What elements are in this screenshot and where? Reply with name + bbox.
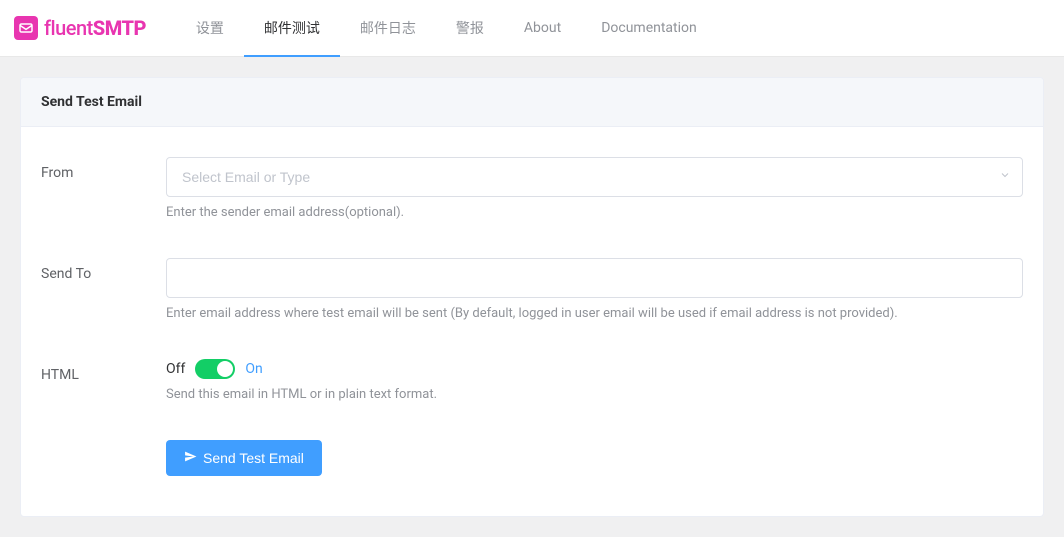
- nav-tab-documentation[interactable]: Documentation: [581, 0, 717, 57]
- form-row-from: From Enter the sender email address(opti…: [41, 157, 1023, 220]
- from-hint: Enter the sender email address(optional)…: [166, 205, 1023, 220]
- form-row-submit: Send Test Email: [41, 440, 1023, 476]
- from-label: From: [41, 157, 166, 220]
- send-to-input[interactable]: [166, 258, 1023, 298]
- card-body: From Enter the sender email address(opti…: [21, 127, 1043, 516]
- html-off-label: Off: [166, 361, 185, 377]
- brand-text: fluentSMTP: [44, 16, 146, 40]
- brand-logo: fluentSMTP: [14, 0, 146, 56]
- send-test-email-card: Send Test Email From Enter the sender em…: [20, 77, 1044, 517]
- form-row-html: HTML Off On Send this email in HTML or i…: [41, 359, 1023, 402]
- card-title: Send Test Email: [21, 78, 1043, 127]
- nav-tab-about[interactable]: About: [504, 0, 581, 57]
- html-toggle-row: Off On: [166, 359, 1023, 379]
- paper-plane-icon: [184, 450, 197, 466]
- from-select-input[interactable]: [166, 157, 1023, 197]
- nav-tab-settings[interactable]: 设置: [176, 0, 244, 57]
- html-label: HTML: [41, 359, 166, 402]
- form-row-send-to: Send To Enter email address where test e…: [41, 258, 1023, 321]
- send-to-label: Send To: [41, 258, 166, 321]
- send-button-label: Send Test Email: [203, 450, 304, 466]
- send-to-hint: Enter email address where test email wil…: [166, 306, 1023, 321]
- from-select[interactable]: [166, 157, 1023, 197]
- nav-tab-email-test[interactable]: 邮件测试: [244, 0, 340, 57]
- nav-tab-email-logs[interactable]: 邮件日志: [340, 0, 436, 57]
- html-toggle[interactable]: [195, 359, 235, 379]
- nav-tabs: 设置 邮件测试 邮件日志 警报 About Documentation: [176, 0, 717, 56]
- html-on-label: On: [245, 361, 262, 377]
- nav-tab-alerts[interactable]: 警报: [436, 0, 504, 57]
- topbar: fluentSMTP 设置 邮件测试 邮件日志 警报 About Documen…: [0, 0, 1064, 57]
- page-content: Send Test Email From Enter the sender em…: [0, 57, 1064, 537]
- html-hint: Send this email in HTML or in plain text…: [166, 387, 1023, 402]
- envelope-icon: [14, 16, 38, 40]
- send-test-email-button[interactable]: Send Test Email: [166, 440, 322, 476]
- toggle-knob: [217, 361, 233, 377]
